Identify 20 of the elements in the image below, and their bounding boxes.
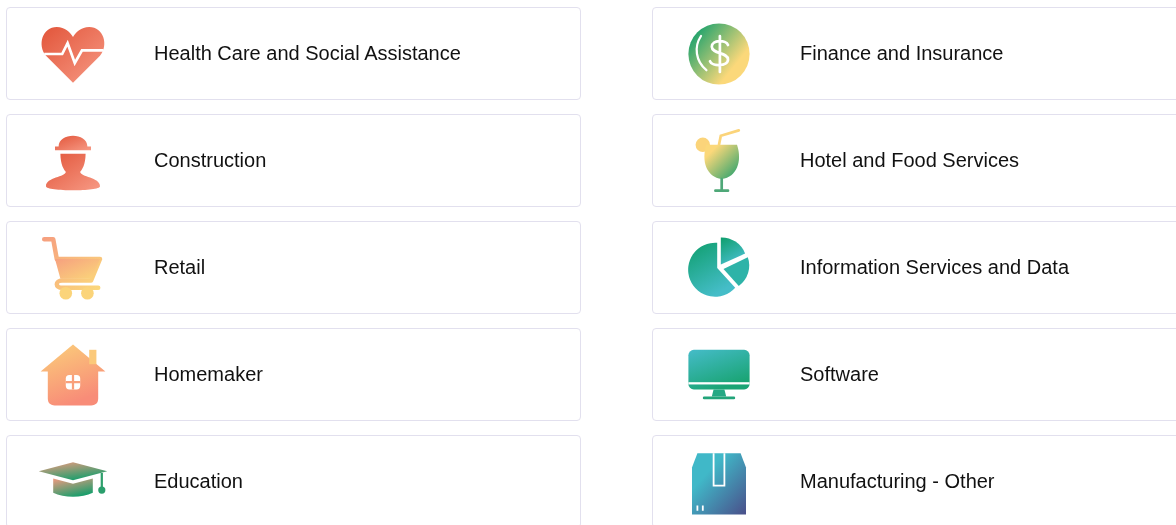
industry-label: Education <box>154 470 243 493</box>
industry-card[interactable]: Homemaker <box>6 328 581 421</box>
industry-card[interactable]: Manufacturing - Other <box>652 435 1176 525</box>
industry-label: Software <box>800 363 879 386</box>
industry-card[interactable]: Retail <box>6 221 581 314</box>
industry-label: Information Services and Data <box>800 256 1070 279</box>
industry-card[interactable]: Software <box>652 328 1176 421</box>
industry-card[interactable]: Education <box>6 435 581 525</box>
industry-label: Retail <box>154 256 206 279</box>
industry-card[interactable]: Construction <box>6 114 581 207</box>
industry-card[interactable]: Hotel and Food Services <box>652 114 1176 207</box>
industry-label: Manufacturing - Other <box>800 470 995 493</box>
industry-label: Construction <box>154 149 267 172</box>
industry-label: Health Care and Social Assistance <box>154 42 461 65</box>
industry-card[interactable]: Health Care and Social Assistance <box>6 7 581 100</box>
industry-label: Hotel and Food Services <box>800 149 1019 172</box>
industry-label: Finance and Insurance <box>800 42 1004 65</box>
industry-label: Homemaker <box>154 363 263 386</box>
industry-card[interactable]: Finance and Insurance <box>652 7 1176 100</box>
industry-card[interactable]: Information Services and Data <box>652 221 1176 314</box>
